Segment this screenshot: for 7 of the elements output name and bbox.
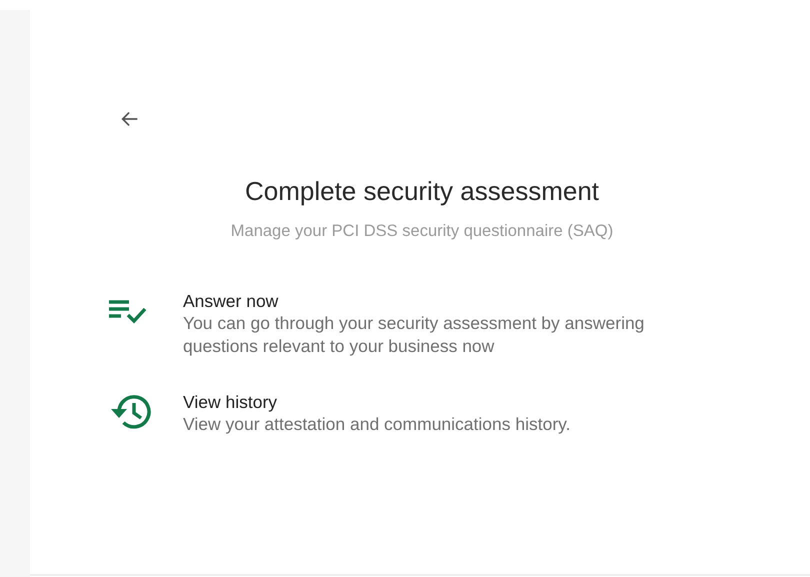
option-title[interactable]: Answer now (183, 291, 703, 312)
option-title[interactable]: View history (183, 392, 703, 412)
option-description: You can go through your security assessment by answering questions relevant to your business now (183, 312, 646, 358)
option-description: View your attestation and communications history. (183, 412, 572, 436)
checklist-icon (107, 299, 147, 325)
page-title: Complete security assessment (244, 176, 600, 207)
page-subtitle: Manage your PCI DSS security questionnaire (SAQ) (230, 222, 614, 241)
